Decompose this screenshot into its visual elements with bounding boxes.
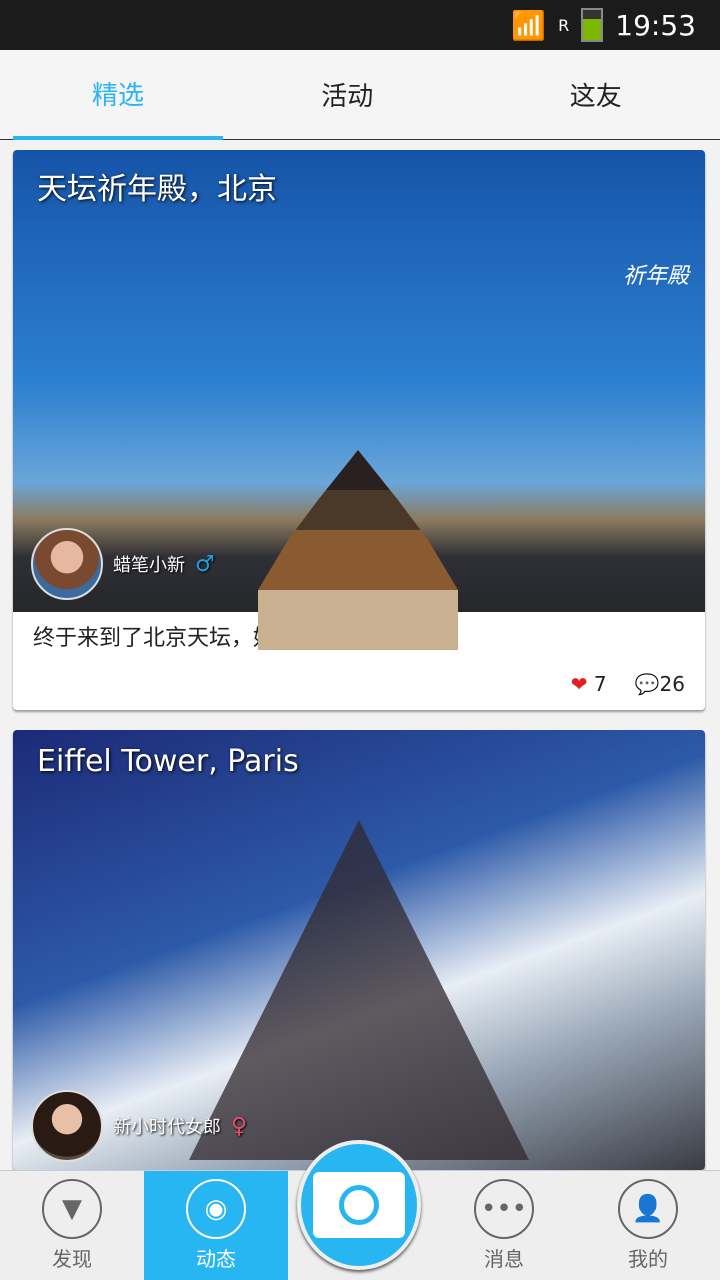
clock: 19:53 — [615, 8, 696, 42]
post-card[interactable]: 天坛祈年殿，北京 祈年殿 蜡笔小新 ♂ 终于来到了北京天坛，好开心~。 ❤ 7 … — [13, 150, 705, 710]
author-name: 新小时代女郎 — [113, 1117, 221, 1138]
post-title: 天坛祈年殿，北京 — [37, 172, 277, 207]
tab-featured[interactable]: 精选 — [13, 50, 223, 140]
tab-friends[interactable]: 这友 — [472, 50, 720, 139]
battery-icon — [581, 8, 604, 42]
post-photo[interactable]: 天坛祈年殿，北京 祈年殿 蜡笔小新 ♂ — [13, 150, 705, 650]
author[interactable]: 新小时代女郎 ♀ — [31, 1090, 247, 1162]
female-icon: ♀ — [231, 1113, 248, 1139]
nav-label: 消息 — [484, 1247, 524, 1271]
author-name: 蜡笔小新 — [113, 555, 185, 576]
post-photo[interactable]: Eiffel Tower, Paris 新小时代女郎 ♀ — [13, 730, 705, 1170]
top-tabs: 精选 活动 这友 — [0, 50, 720, 140]
temple-image — [258, 450, 458, 650]
wifi-icon: 📶 — [511, 8, 547, 42]
post-card[interactable]: Eiffel Tower, Paris 新小时代女郎 ♀ — [13, 730, 705, 1170]
male-icon: ♂ — [195, 551, 215, 577]
comment-icon: 💬 — [634, 672, 660, 696]
comment-count: 26 — [659, 672, 685, 696]
nav-discover[interactable]: ▼ 发现 — [0, 1171, 144, 1280]
nav-label: 我的 — [628, 1247, 668, 1271]
heart-icon: ❤ — [570, 672, 588, 696]
like-count: 7 — [593, 672, 607, 696]
author[interactable]: 蜡笔小新 ♂ — [31, 528, 215, 600]
like-button[interactable]: ❤ 7 — [571, 672, 607, 696]
feed[interactable]: 天坛祈年殿，北京 祈年殿 蜡笔小新 ♂ 终于来到了北京天坛，好开心~。 ❤ 7 … — [13, 150, 705, 1190]
tab-activities[interactable]: 活动 — [223, 50, 472, 139]
nav-label: 发现 — [52, 1247, 92, 1271]
status-bar: 📶 R 19:53 — [0, 0, 720, 50]
camera-icon — [313, 1172, 405, 1238]
avatar[interactable] — [31, 1090, 103, 1162]
avatar[interactable] — [31, 528, 103, 600]
nav-messages[interactable]: ••• 消息 — [432, 1171, 576, 1280]
roaming-indicator: R — [558, 15, 570, 35]
camera-button[interactable] — [297, 1140, 421, 1270]
person-icon: 👤 — [618, 1179, 678, 1239]
nav-label: 动态 — [196, 1247, 236, 1271]
target-icon: ◉ — [186, 1179, 246, 1239]
more-dots-icon: ••• — [474, 1179, 534, 1239]
nav-profile[interactable]: 👤 我的 — [576, 1171, 720, 1280]
compass-icon: ▼ — [42, 1179, 102, 1239]
nav-feed[interactable]: ◉ 动态 — [144, 1171, 288, 1280]
post-title: Eiffel Tower, Paris — [37, 744, 299, 779]
watermark-logo: 祈年殿 — [622, 264, 689, 289]
comment-button[interactable]: 💬26 — [635, 672, 685, 696]
